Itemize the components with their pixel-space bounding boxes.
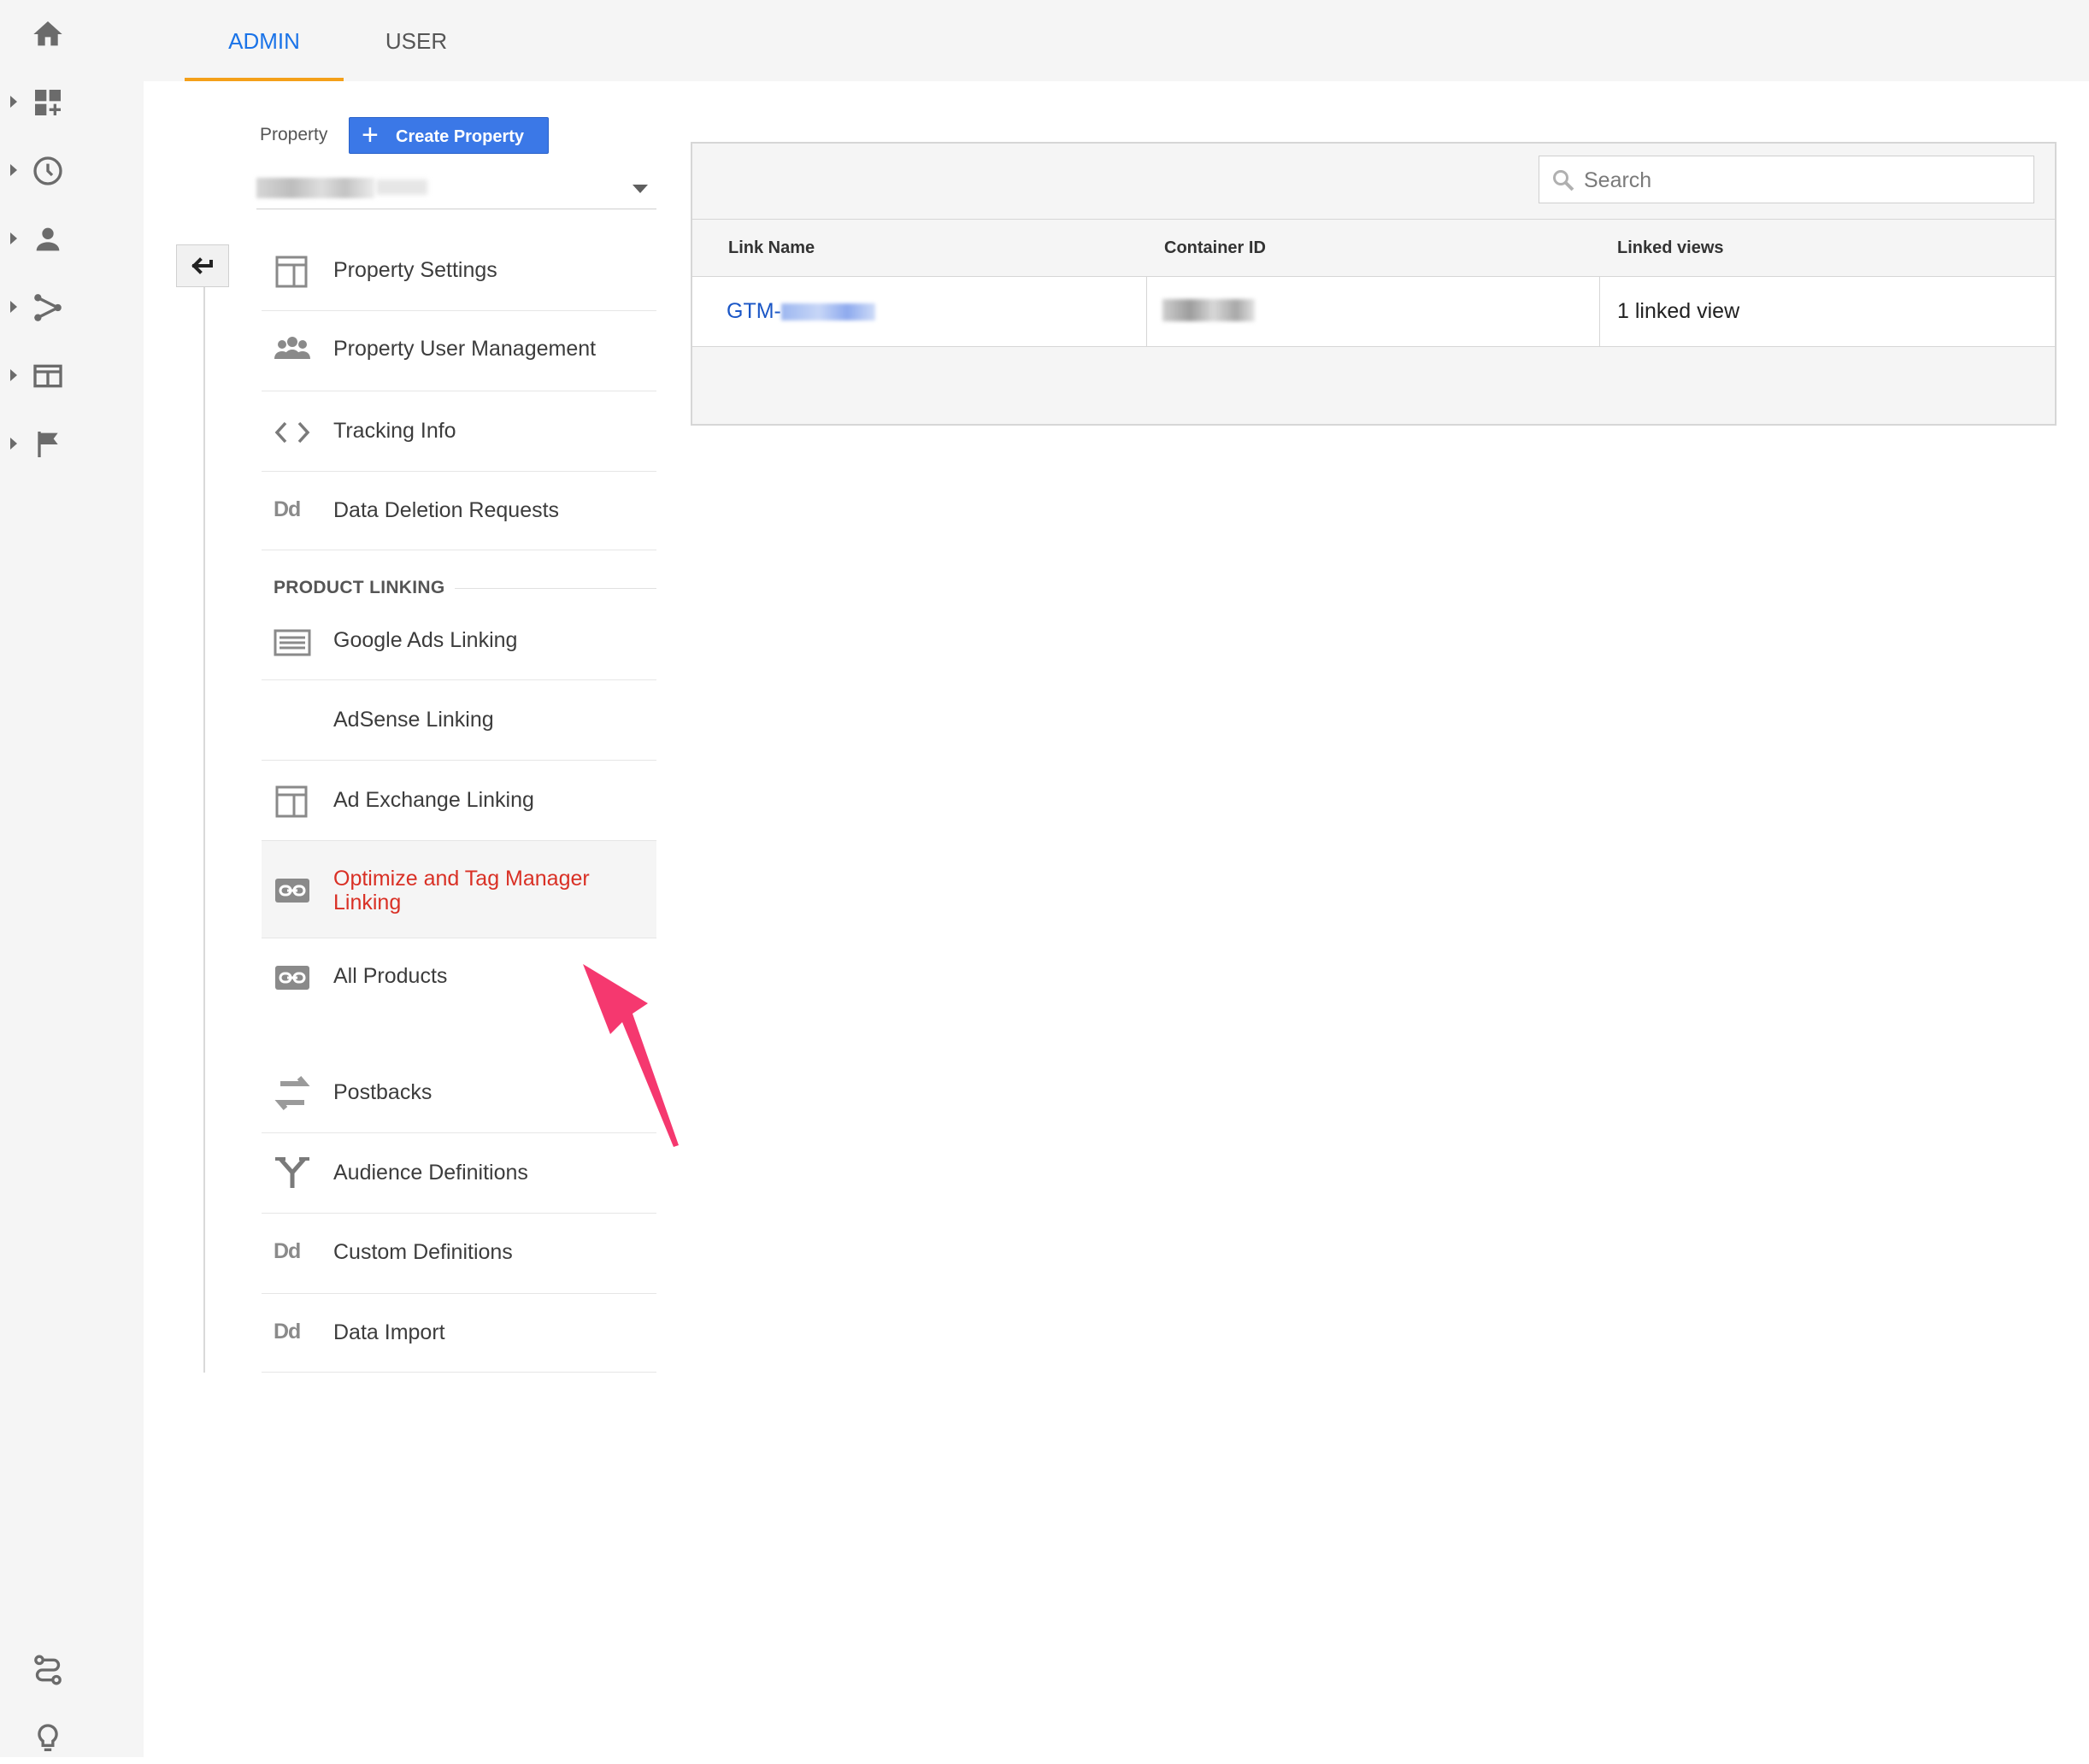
column-linked-views[interactable]: Linked views (1617, 238, 1724, 258)
rail-behavior[interactable] (0, 350, 144, 402)
rail-insights[interactable] (0, 1713, 144, 1764)
admin-tab-bar: ADMIN USER (144, 0, 2089, 81)
link-icon (275, 966, 309, 990)
column-link-name[interactable]: Link Name (728, 238, 815, 258)
search-icon (1553, 170, 1574, 191)
dd-icon: Dd (274, 1320, 301, 1344)
dashboard-add-icon (35, 90, 61, 115)
menu-data-import[interactable]: Dd Data Import (262, 1294, 656, 1373)
menu-label: AdSense Linking (333, 708, 494, 732)
fork-icon (275, 1157, 309, 1188)
link-name[interactable]: GTM- (727, 299, 781, 323)
window-icon (275, 256, 308, 288)
section-divider (455, 588, 656, 589)
rail-home[interactable] (0, 9, 144, 60)
clock-icon (33, 156, 62, 185)
dropdown-arrow-icon (633, 185, 648, 193)
annotation-arrow (583, 964, 679, 1147)
back-arrow-icon (191, 257, 213, 274)
menu-property-settings[interactable]: Property Settings (262, 236, 656, 311)
redacted-gtm-id (780, 303, 875, 321)
left-nav-rail (0, 0, 144, 1757)
caret-right-icon (10, 369, 17, 381)
table-row: GTM- 1 linked view (692, 277, 2055, 347)
menu-label: Optimize and Tag Manager Linking (333, 867, 590, 914)
link-name-cell[interactable]: GTM- (727, 299, 875, 324)
create-property-label: Create Property (396, 127, 525, 146)
dd-icon: Dd (274, 1239, 301, 1263)
product-linking-heading: PRODUCT LINKING (274, 578, 445, 597)
code-brackets-icon (274, 421, 310, 444)
caret-right-icon (10, 438, 17, 450)
create-property-button[interactable]: + Create Property (349, 117, 549, 154)
lightbulb-icon (38, 1724, 58, 1751)
plus-icon: + (362, 119, 379, 151)
flag-icon (38, 432, 58, 457)
tab-user[interactable]: USER (344, 0, 489, 81)
menu-label: Data Import (333, 1320, 445, 1344)
rail-realtime[interactable] (0, 145, 144, 197)
tab-admin[interactable]: ADMIN (185, 0, 344, 81)
column-divider (1599, 277, 1600, 346)
menu-optimize-tag-manager-linking[interactable]: Optimize and Tag Manager Linking (262, 841, 656, 938)
caret-right-icon (10, 301, 17, 313)
search-box[interactable] (1539, 156, 2034, 203)
menu-label: Ad Exchange Linking (333, 788, 534, 812)
window-icon (275, 785, 308, 818)
search-input[interactable] (1582, 163, 2021, 197)
rail-conversions[interactable] (0, 419, 144, 470)
people-icon (274, 337, 310, 359)
menu-property-user-management[interactable]: Property User Management (262, 311, 656, 391)
property-selector[interactable] (256, 171, 656, 209)
dd-icon: Dd (274, 497, 301, 521)
caret-right-icon (10, 232, 17, 244)
menu-adsense-linking[interactable]: AdSense Linking (262, 680, 656, 761)
ads-icon (274, 629, 311, 656)
rail-customization[interactable] (0, 77, 144, 128)
redacted-property-name-tail (376, 179, 427, 195)
column-container-id[interactable]: Container ID (1164, 238, 1266, 258)
behavior-icon (33, 364, 62, 388)
menu-label: All Products (333, 964, 448, 988)
rail-acquisition[interactable] (0, 282, 144, 333)
home-icon (33, 21, 62, 46)
acquisition-icon (34, 294, 62, 321)
rail-audience[interactable] (0, 214, 144, 265)
linked-views-cell: 1 linked view (1617, 299, 1740, 323)
menu-label: Property Settings (333, 258, 497, 282)
container-id-cell (1147, 277, 1599, 346)
link-icon (275, 879, 309, 903)
caret-right-icon (10, 96, 17, 108)
linked-containers-panel: Link Name Container ID Linked views GTM-… (691, 142, 2057, 426)
caret-right-icon (10, 164, 17, 176)
menu-ad-exchange-linking[interactable]: Ad Exchange Linking (262, 761, 656, 841)
menu-data-deletion-requests[interactable]: Dd Data Deletion Requests (262, 472, 656, 550)
menu-label: Property User Management (333, 337, 597, 361)
route-icon (34, 1655, 62, 1685)
redacted-container-id (1162, 299, 1255, 321)
menu-google-ads-linking[interactable]: Google Ads Linking (262, 600, 656, 680)
person-icon (36, 227, 60, 251)
tree-connector-line (203, 287, 205, 1373)
menu-custom-definitions[interactable]: Dd Custom Definitions (262, 1214, 656, 1294)
menu-label: Data Deletion Requests (333, 498, 560, 522)
menu-label: Custom Definitions (333, 1240, 513, 1264)
redacted-property-name (256, 178, 374, 198)
postback-icon (274, 1076, 310, 1110)
menu-tracking-info[interactable]: Tracking Info (262, 391, 656, 472)
menu-label: Audience Definitions (333, 1161, 528, 1185)
property-label: Property (260, 125, 328, 144)
table-header: Link Name Container ID Linked views (692, 219, 2055, 277)
back-button[interactable] (176, 244, 229, 287)
menu-label: Postbacks (333, 1080, 433, 1104)
menu-label: Google Ads Linking (333, 628, 518, 652)
rail-discover[interactable] (0, 1644, 144, 1696)
menu-label: Tracking Info (333, 419, 456, 443)
